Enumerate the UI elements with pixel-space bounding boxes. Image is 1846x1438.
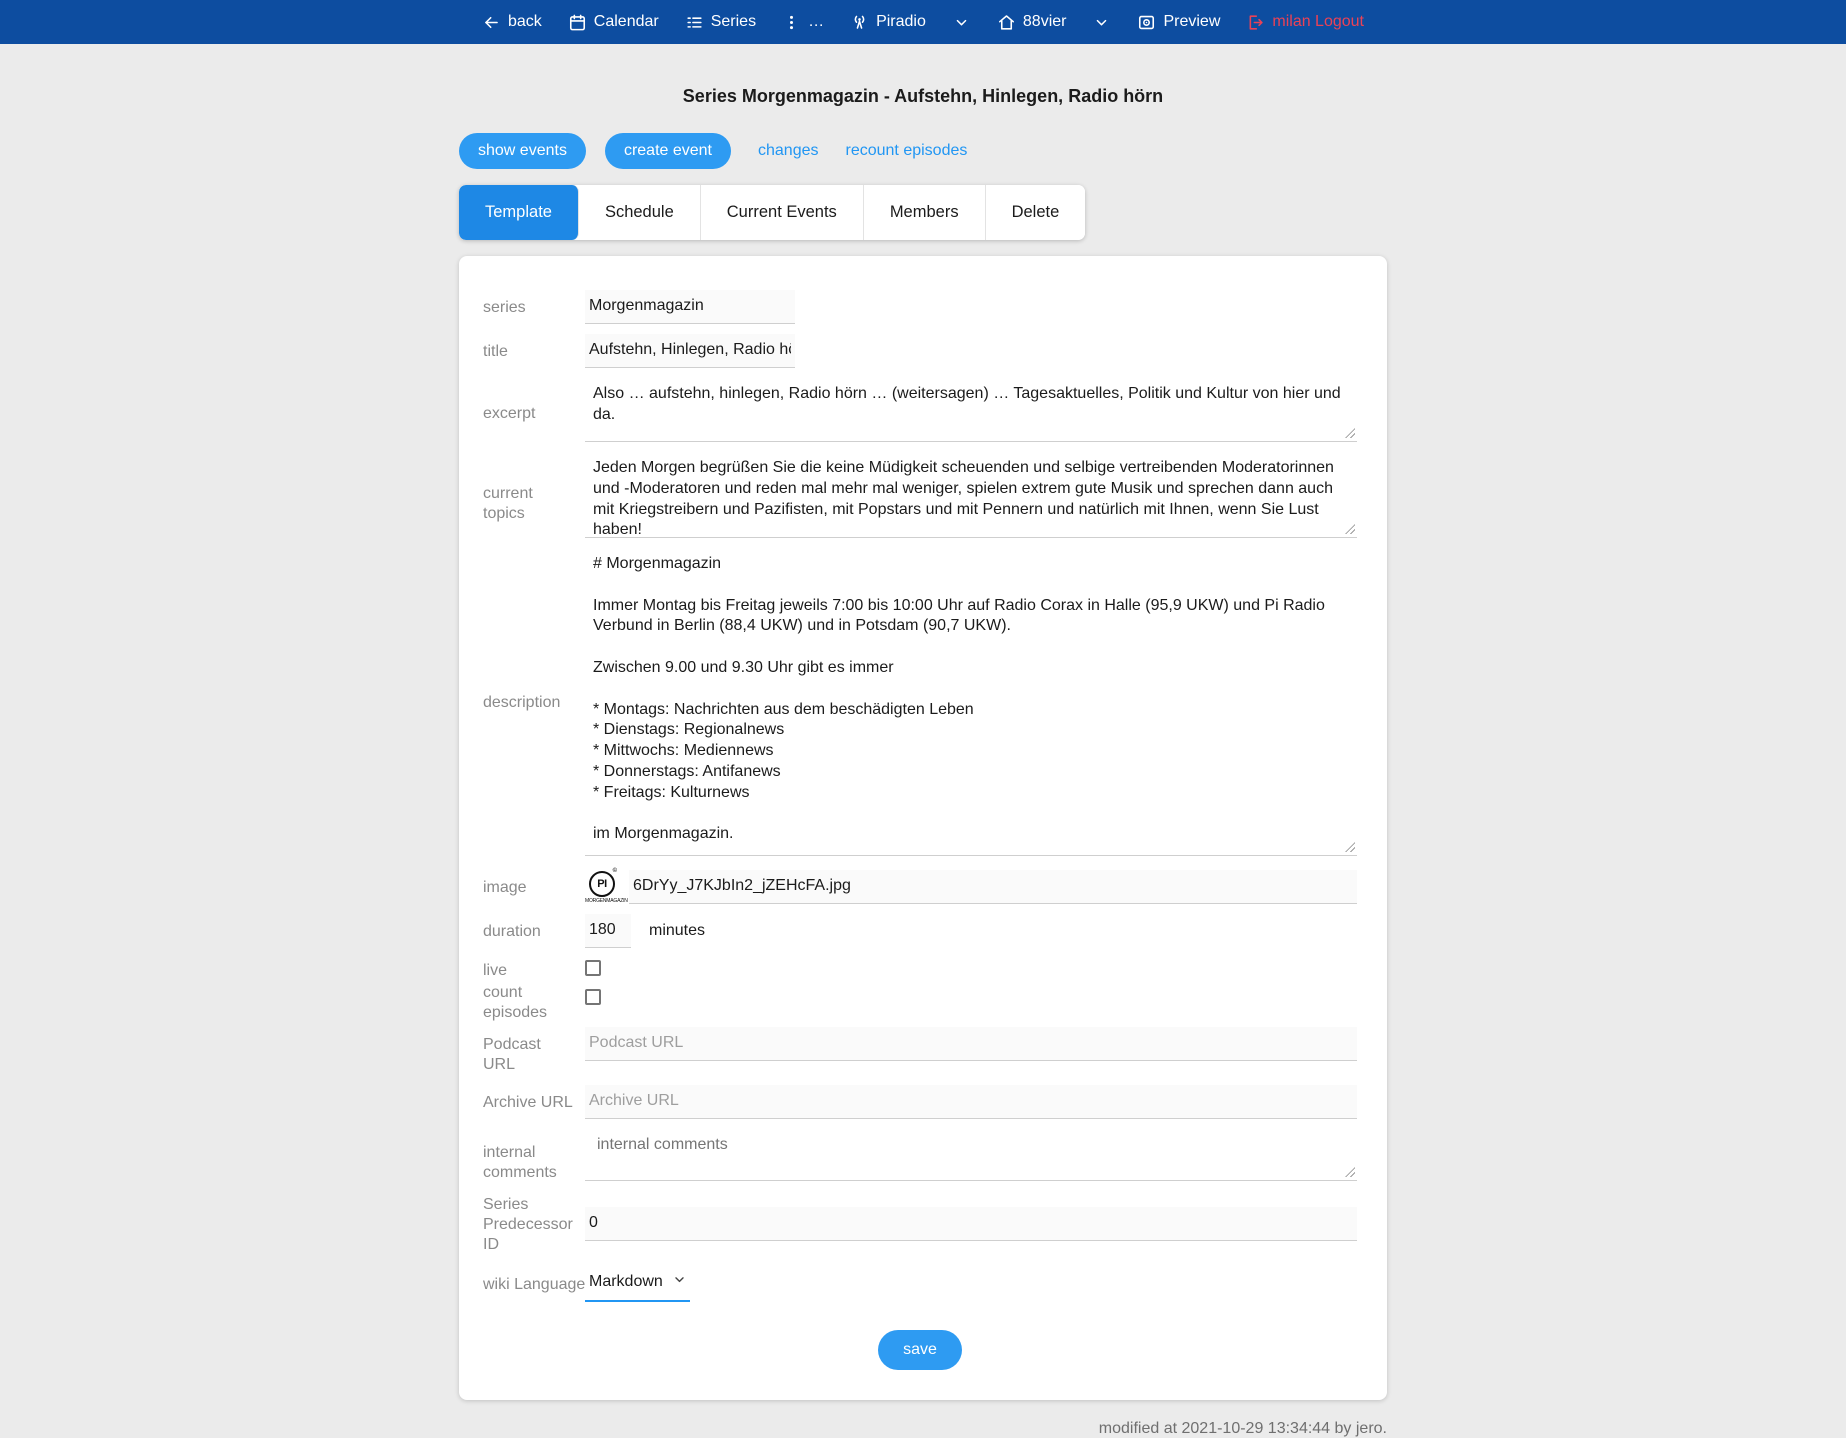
nav-more-label: … — [808, 13, 824, 31]
nav-logout-label: milan Logout — [1272, 13, 1364, 31]
wiki-language-label: wiki Language — [483, 1267, 575, 1295]
recount-episodes-link[interactable]: recount episodes — [846, 142, 968, 160]
archive-url-input[interactable] — [585, 1085, 1357, 1119]
series-predecessor-label: Series Predecessor ID — [483, 1193, 575, 1255]
nav-studio-88vier[interactable]: 88vier — [997, 13, 1067, 32]
internal-comments-label: internal comments — [483, 1129, 575, 1183]
series-row: series — [483, 290, 1357, 324]
image-label: image — [483, 870, 575, 898]
logo-subtext: MORGENMAGAZIN — [585, 898, 619, 904]
live-checkbox[interactable] — [585, 960, 601, 976]
internal-comments-textarea[interactable] — [585, 1129, 1357, 1181]
logout-icon — [1246, 13, 1265, 32]
nav-more[interactable]: … — [782, 13, 824, 32]
list-icon — [685, 13, 704, 32]
series-predecessor-row: Series Predecessor ID — [483, 1193, 1357, 1255]
duration-label: duration — [483, 914, 575, 942]
wiki-language-select[interactable]: Markdown — [585, 1267, 690, 1302]
station-chevron-down-icon[interactable] — [954, 15, 969, 30]
description-label: description — [483, 548, 575, 713]
series-predecessor-input[interactable] — [585, 1207, 1357, 1241]
series-image-thumbnail[interactable]: © PI MORGENMAGAZIN — [585, 870, 619, 904]
home-icon — [997, 13, 1016, 32]
duration-row: duration minutes — [483, 914, 1357, 948]
title-row: title — [483, 334, 1357, 368]
podcast-url-input[interactable] — [585, 1027, 1357, 1061]
archive-url-row: Archive URL — [483, 1085, 1357, 1119]
logo-mark: © — [613, 868, 617, 874]
top-navbar: back Calendar Series … Piradio 88vier Pr… — [0, 0, 1846, 44]
excerpt-label: excerpt — [483, 378, 575, 424]
nav-calendar[interactable]: Calendar — [568, 13, 659, 32]
series-label: series — [483, 290, 575, 318]
tab-template[interactable]: Template — [459, 185, 579, 240]
modified-status: modified at 2021-10-29 13:34:44 by jero. — [459, 1420, 1387, 1438]
template-form-card: series title excerpt Also … aufstehn, hi… — [459, 256, 1387, 1400]
page-title: Series Morgenmagazin - Aufstehn, Hinlege… — [459, 86, 1387, 107]
podcast-url-row: Podcast URL — [483, 1027, 1357, 1075]
show-events-button[interactable]: show events — [459, 133, 586, 169]
live-row: live — [483, 958, 1357, 981]
chevron-down-icon — [673, 1273, 686, 1291]
description-textarea[interactable]: # Morgenmagazin Immer Montag bis Freitag… — [585, 548, 1357, 856]
nav-series[interactable]: Series — [685, 13, 756, 32]
changes-link[interactable]: changes — [758, 142, 819, 160]
nav-station-piradio[interactable]: Piradio — [850, 13, 926, 32]
tab-schedule[interactable]: Schedule — [579, 185, 701, 240]
pi-logo-icon: PI — [589, 871, 615, 897]
nav-studio-label: 88vier — [1023, 13, 1067, 31]
series-input[interactable] — [585, 290, 795, 324]
series-tabbar: Template Schedule Current Events Members… — [459, 185, 1085, 240]
excerpt-textarea[interactable]: Also … aufstehn, hinlegen, Radio hörn … … — [585, 378, 1357, 442]
duration-suffix: minutes — [649, 922, 705, 940]
archive-url-label: Archive URL — [483, 1085, 575, 1113]
series-actions: show events create event changes recount… — [459, 133, 1387, 169]
live-label: live — [483, 958, 575, 981]
nav-back-label: back — [508, 13, 542, 31]
nav-calendar-label: Calendar — [594, 13, 659, 31]
nav-preview-label: Preview — [1163, 13, 1220, 31]
internal-comments-row: internal comments — [483, 1129, 1357, 1183]
create-event-button[interactable]: create event — [605, 133, 731, 169]
nav-preview[interactable]: Preview — [1137, 13, 1220, 32]
wiki-language-value: Markdown — [589, 1273, 663, 1291]
duration-input[interactable] — [585, 914, 631, 948]
antenna-icon — [850, 13, 869, 32]
tab-delete[interactable]: Delete — [986, 185, 1086, 240]
title-input[interactable] — [585, 334, 795, 368]
image-row: image © PI MORGENMAGAZIN — [483, 870, 1357, 904]
save-button[interactable]: save — [878, 1330, 962, 1370]
nav-logout[interactable]: milan Logout — [1246, 13, 1364, 32]
description-row: description # Morgenmagazin Immer Montag… — [483, 548, 1357, 856]
count-episodes-label: count episodes — [483, 983, 575, 1023]
nav-series-label: Series — [711, 13, 756, 31]
image-filename-input[interactable] — [629, 870, 1357, 904]
studio-chevron-down-icon[interactable] — [1094, 15, 1109, 30]
arrow-left-icon — [482, 13, 501, 32]
tab-members[interactable]: Members — [864, 185, 986, 240]
current-topics-textarea[interactable]: Jeden Morgen begrüßen Sie die keine Müdi… — [585, 452, 1357, 538]
nav-station-label: Piradio — [876, 13, 926, 31]
calendar-icon — [568, 13, 587, 32]
current-topics-row: current topics Jeden Morgen begrüßen Sie… — [483, 452, 1357, 538]
count-episodes-row: count episodes — [483, 983, 1357, 1023]
preview-icon — [1137, 13, 1156, 32]
title-label: title — [483, 334, 575, 362]
current-topics-label: current topics — [483, 452, 575, 524]
kebab-menu-icon — [782, 13, 801, 32]
tab-current-events[interactable]: Current Events — [701, 185, 864, 240]
wiki-language-row: wiki Language Markdown — [483, 1267, 1357, 1302]
excerpt-row: excerpt Also … aufstehn, hinlegen, Radio… — [483, 378, 1357, 442]
count-episodes-checkbox[interactable] — [585, 989, 601, 1005]
nav-back[interactable]: back — [482, 13, 542, 32]
podcast-url-label: Podcast URL — [483, 1027, 575, 1075]
page-content: Series Morgenmagazin - Aufstehn, Hinlege… — [459, 86, 1387, 1438]
